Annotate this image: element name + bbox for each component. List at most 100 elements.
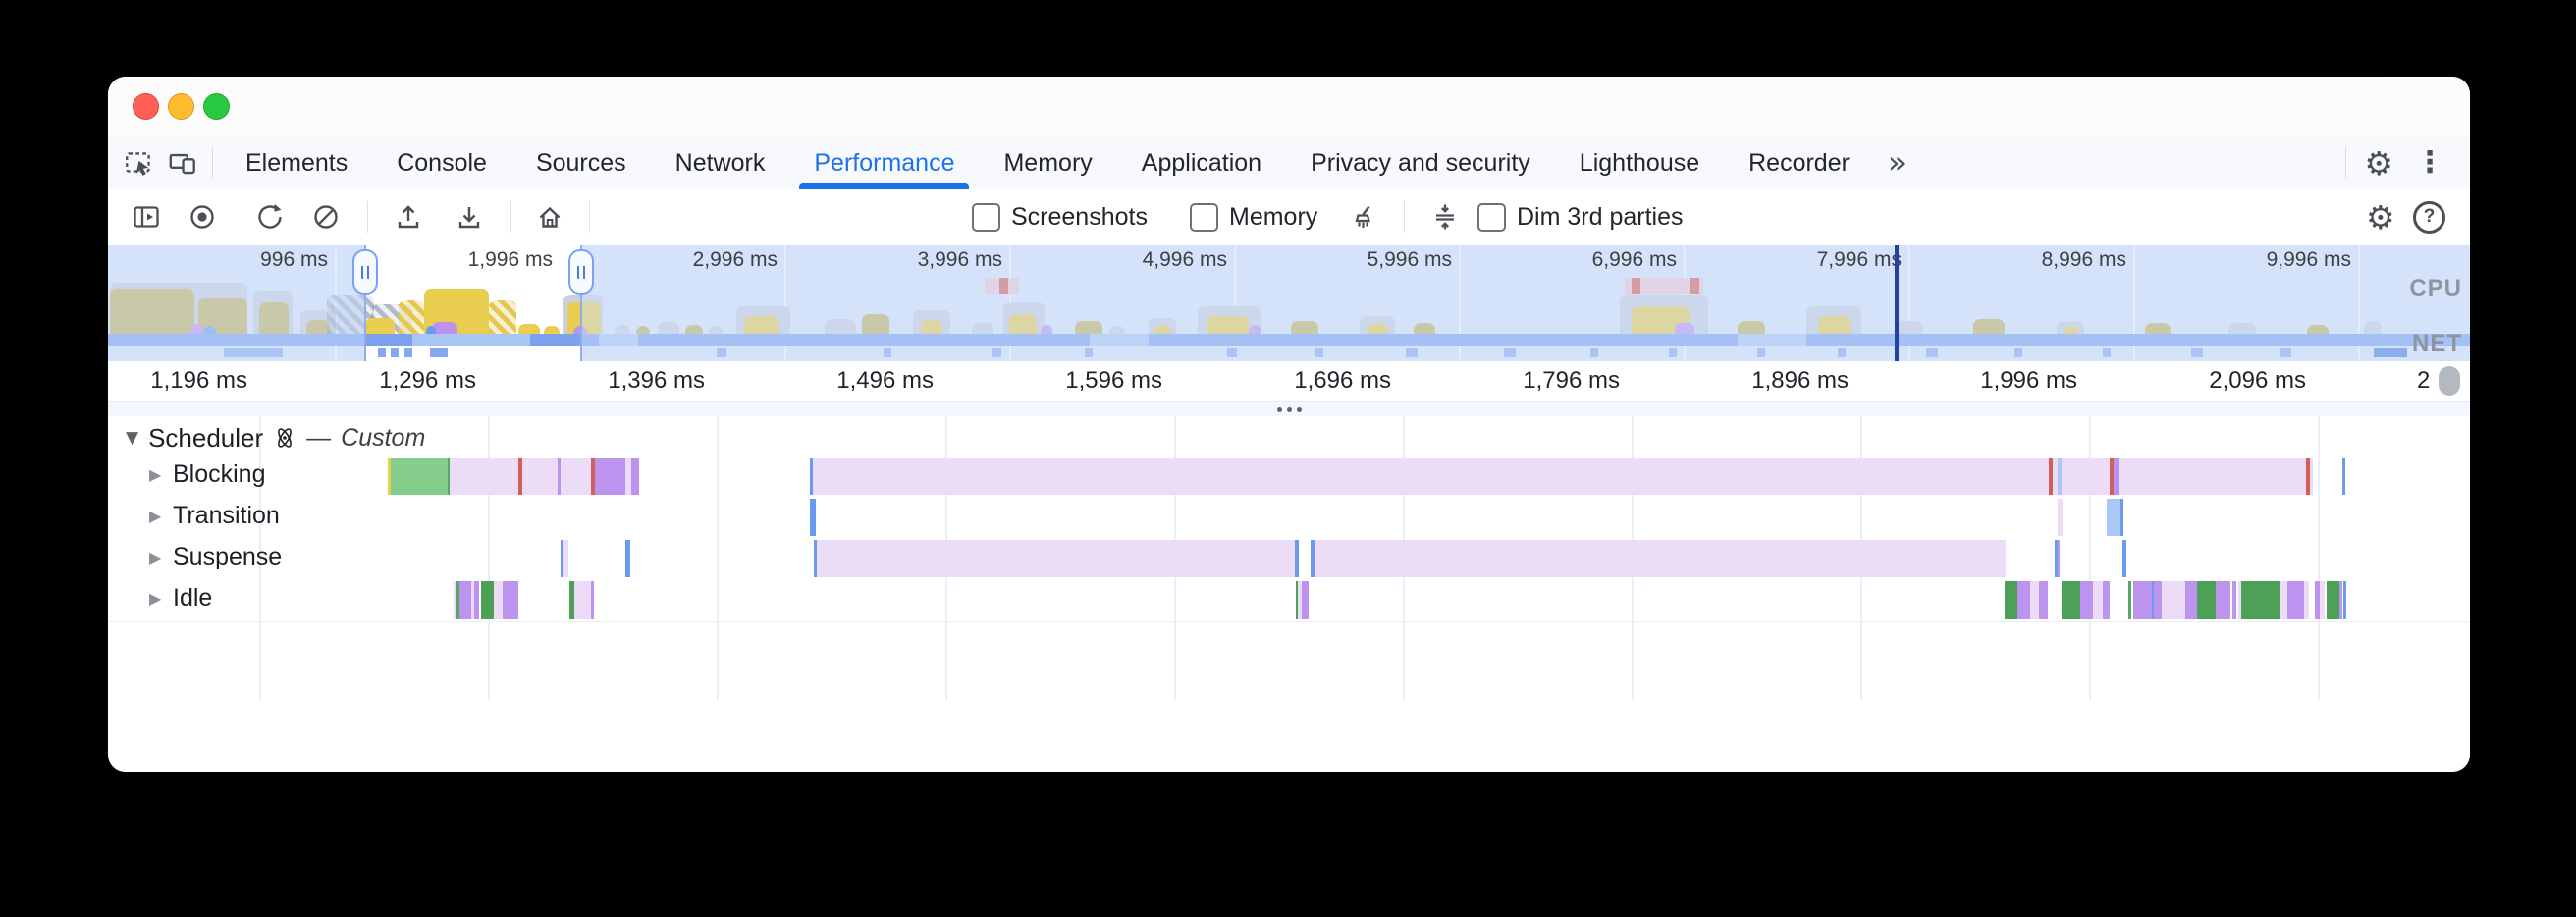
tab-performance[interactable]: Performance [789, 137, 979, 189]
tab-privacy-and-security[interactable]: Privacy and security [1286, 137, 1555, 189]
trace-event-bar[interactable] [454, 581, 456, 619]
trace-event-bar[interactable] [481, 581, 494, 619]
row-expander-icon[interactable]: ▶ [149, 548, 161, 566]
checkbox-box[interactable] [1477, 203, 1506, 232]
trace-event-bar[interactable] [2128, 581, 2131, 619]
trace-event-bar[interactable] [2030, 581, 2039, 619]
trace-event-bar[interactable] [595, 458, 625, 495]
tab-console[interactable]: Console [372, 137, 511, 189]
trace-event-bar[interactable] [2107, 499, 2120, 536]
track-row-transition[interactable]: ▶Transition [108, 499, 2470, 536]
record-and-reload-button[interactable] [254, 201, 286, 233]
collapse-tracks-icon[interactable] [1429, 201, 1461, 233]
tab-sources[interactable]: Sources [511, 137, 651, 189]
checkbox-box[interactable] [1190, 203, 1218, 232]
trace-event-bar[interactable] [810, 499, 816, 536]
trace-event-bar[interactable] [2339, 581, 2342, 619]
load-profile-icon[interactable] [393, 201, 424, 233]
perf-settings-gear-icon[interactable]: ⚙ [2356, 201, 2405, 233]
trace-event-bar[interactable] [2327, 581, 2339, 619]
trace-event-bar[interactable] [2120, 499, 2123, 536]
trace-event-bar[interactable] [817, 540, 1295, 577]
tab-network[interactable]: Network [651, 137, 790, 189]
tab-lighthouse[interactable]: Lighthouse [1555, 137, 1724, 189]
track-row-idle[interactable]: ▶Idle [108, 581, 2470, 619]
trace-event-bar[interactable] [474, 581, 479, 619]
trace-event-bar[interactable] [2232, 581, 2236, 619]
trace-event-bar[interactable] [391, 458, 448, 495]
trace-event-bar[interactable] [1295, 540, 1299, 577]
save-profile-icon[interactable] [454, 201, 485, 233]
memory-checkbox[interactable]: Memory [1190, 201, 1317, 233]
tab-memory[interactable]: Memory [979, 137, 1116, 189]
timeline-overview[interactable]: CPU NET 996 ms1,996 ms2,996 ms3,996 ms4,… [108, 245, 2470, 361]
trace-event-bar[interactable] [2093, 581, 2103, 619]
checkbox-box[interactable] [972, 203, 1000, 232]
trace-event-bar[interactable] [2103, 581, 2110, 619]
trace-event-bar[interactable] [2017, 581, 2030, 619]
trace-event-bar[interactable] [2133, 581, 2152, 619]
track-header-scheduler[interactable]: ▼ Scheduler — Custom [126, 422, 425, 454]
tab-elements[interactable]: Elements [221, 137, 372, 189]
trace-event-bar[interactable] [2080, 581, 2093, 619]
trace-event-bar[interactable] [564, 540, 568, 577]
kebab-menu-icon[interactable]: ⋮ [2403, 148, 2456, 178]
selection-handle-left[interactable] [352, 249, 378, 295]
timeline-ruler[interactable]: 2 1,196 ms1,296 ms1,396 ms1,496 ms1,596 … [108, 361, 2470, 402]
trace-event-bar[interactable] [2058, 540, 2060, 577]
trace-event-bar[interactable] [2119, 458, 2306, 495]
trace-event-bar[interactable] [625, 540, 630, 577]
trace-event-bar[interactable] [1302, 581, 1309, 619]
expander-triangle-icon[interactable]: ▼ [126, 428, 138, 448]
garbage-collect-icon[interactable] [1348, 201, 1379, 233]
trace-event-bar[interactable] [2058, 499, 2063, 536]
trace-event-bar[interactable] [2122, 540, 2126, 577]
row-expander-icon[interactable]: ▶ [149, 589, 161, 608]
trace-event-bar[interactable] [2287, 581, 2304, 619]
screenshots-checkbox[interactable]: Screenshots [972, 201, 1148, 233]
trace-event-bar[interactable] [2197, 581, 2216, 619]
clear-button[interactable] [310, 201, 342, 233]
trace-event-bar[interactable] [503, 581, 518, 619]
trace-event-bar[interactable] [2162, 581, 2185, 619]
trace-event-bar[interactable] [522, 458, 558, 495]
trace-event-bar[interactable] [631, 458, 639, 495]
track-row-suspense[interactable]: ▶Suspense [108, 540, 2470, 577]
inspect-element-icon[interactable] [118, 141, 161, 185]
trace-event-bar[interactable] [2185, 581, 2197, 619]
toggle-sidebar-button[interactable] [131, 201, 162, 233]
trace-event-bar[interactable] [2304, 581, 2309, 619]
trace-event-bar[interactable] [561, 458, 591, 495]
minimize-window-button[interactable] [168, 93, 194, 120]
trace-event-bar[interactable] [2310, 458, 2313, 495]
trace-event-bar[interactable] [2280, 581, 2287, 619]
dim-3rd-parties-checkbox[interactable]: Dim 3rd parties [1477, 201, 1684, 233]
scrollbar-thumb[interactable] [2439, 366, 2460, 396]
trace-event-bar[interactable] [494, 581, 503, 619]
record-button[interactable] [187, 201, 218, 233]
trace-event-bar[interactable] [2154, 581, 2162, 619]
trace-event-bar[interactable] [1315, 540, 2006, 577]
close-window-button[interactable] [133, 93, 159, 120]
trace-event-bar[interactable] [2216, 581, 2230, 619]
trace-event-bar[interactable] [574, 581, 591, 619]
trace-event-bar[interactable] [813, 458, 2049, 495]
zoom-window-button[interactable] [203, 93, 230, 120]
row-expander-icon[interactable]: ▶ [149, 465, 161, 484]
trace-event-bar[interactable] [459, 581, 471, 619]
trace-event-bar[interactable] [2039, 581, 2048, 619]
home-icon[interactable] [534, 201, 565, 233]
settings-gear-icon[interactable]: ⚙ [2354, 147, 2403, 180]
tab-recorder[interactable]: Recorder [1724, 137, 1874, 189]
tab-application[interactable]: Application [1117, 137, 1286, 189]
trace-event-bar[interactable] [2342, 458, 2345, 495]
device-toolbar-icon[interactable] [161, 141, 204, 185]
more-tabs-button[interactable]: » [1874, 145, 1920, 181]
help-icon[interactable]: ? [2413, 201, 2445, 233]
trace-event-bar[interactable] [2320, 581, 2325, 619]
trace-event-bar[interactable] [450, 458, 518, 495]
selection-handle-right[interactable] [568, 249, 594, 295]
trace-event-bar[interactable] [591, 581, 594, 619]
trace-event-bar[interactable] [2062, 458, 2110, 495]
track-row-blocking[interactable]: ▶Blocking [108, 458, 2470, 495]
